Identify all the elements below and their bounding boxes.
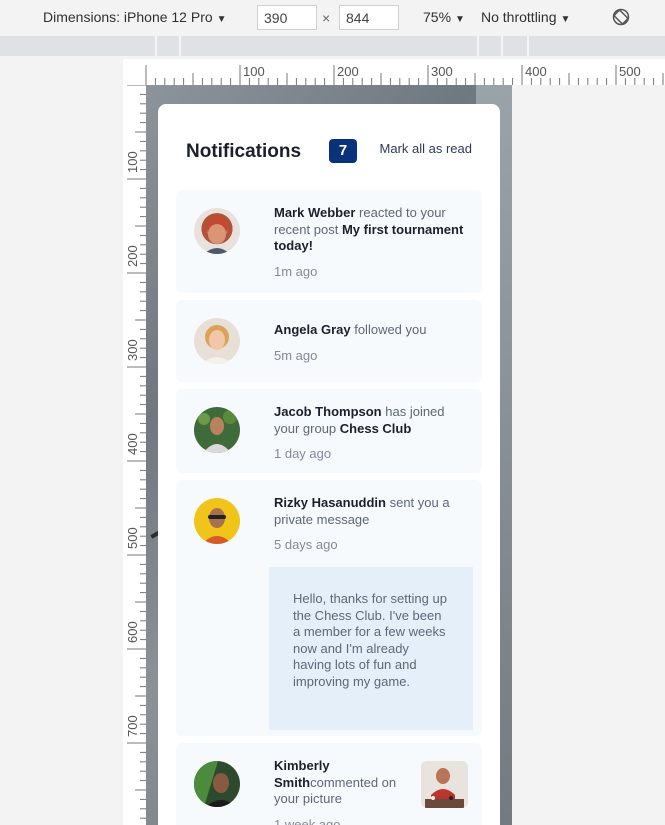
notifications-header: Notifications 7 Mark all as read [176,104,482,190]
notification-text: Jacob Thompson has joined your group Che… [274,404,472,437]
notification-item[interactable]: Jacob Thompson has joined your group Che… [176,389,482,473]
ruler-label: 400 [125,433,140,455]
chevron-down-icon: ▼ [455,14,465,25]
avatar [194,761,240,807]
rotate-icon[interactable] [611,7,631,27]
media-query-divider [477,36,479,56]
notification-item[interactable]: Kimberly Smithcommented on your picture … [176,743,482,825]
height-input[interactable] [339,5,399,30]
avatar [194,208,240,254]
ruler-label: 700 [125,715,140,737]
user-name[interactable]: Mark Webber [274,205,355,220]
ruler-label: 100 [243,64,265,79]
avatar [194,498,240,544]
notifications-card: Notifications 7 Mark all as read Mark We… [158,104,500,825]
page-title: Notifications [186,141,302,162]
zoom-label: 75% [423,9,452,25]
avatar [194,318,240,364]
user-name[interactable]: Jacob Thompson [274,404,382,419]
horizontal-ruler: 100 200 300 400 500 [123,59,665,85]
private-message-preview[interactable]: Hello, thanks for setting up the Chess C… [269,567,473,730]
media-query-divider [527,36,529,56]
device-label: Dimensions: iPhone 12 Pro [43,9,213,25]
notification-action: followed you [354,322,427,337]
device-dropdown[interactable]: Dimensions: iPhone 12 Pro ▼ [43,9,227,25]
ruler-label: 400 [525,64,547,79]
notification-text: Kimberly Smithcommented on your picture [274,758,412,808]
notification-item[interactable]: Rizky Hasanuddin sent you a private mess… [176,480,482,736]
media-query-divider [155,36,157,56]
user-name[interactable]: Rizky Hasanuddin [274,495,386,510]
ruler-label: 500 [125,527,140,549]
media-query-divider [501,36,503,56]
unread-count-badge: 7 [329,139,357,163]
notification-time: 1 week ago [274,817,341,825]
devtools-toolbar: Dimensions: iPhone 12 Pro▼ × 75%▼ No thr… [0,0,665,36]
ruler-label: 200 [337,64,359,79]
user-name[interactable]: Angela Gray [274,322,351,337]
zoom-dropdown[interactable]: 75% ▼ [423,9,465,25]
ruler-label: 100 [125,151,140,173]
notification-time: 1 day ago [274,446,332,461]
throttling-dropdown[interactable]: No throttling ▼ [481,9,570,25]
notification-text: Mark Webber reacted to your recent post … [274,205,472,255]
chevron-down-icon: ▼ [560,14,571,25]
times-sign: × [322,10,331,26]
notification-item[interactable]: Mark Webber reacted to your recent post … [176,190,482,293]
ruler-label: 600 [125,621,140,643]
group-link[interactable]: Chess Club [340,421,412,436]
chevron-down-icon: ▼ [216,14,227,25]
notification-time: 5 days ago [274,537,338,552]
notification-text: Angela Gray followed you [274,322,472,339]
notification-time: 5m ago [274,348,318,363]
ruler-label: 300 [125,339,140,361]
media-query-divider [179,36,181,56]
vertical-ruler: 100 200 300 400 500 600 700 [123,85,147,825]
commented-picture-thumbnail[interactable] [421,761,468,808]
notification-text: Rizky Hasanuddin sent you a private mess… [274,495,472,528]
device-viewport: Notifications 7 Mark all as read Mark We… [146,85,512,825]
notification-time: 1m ago [274,264,318,279]
throttling-label: No throttling [481,9,557,25]
notification-item[interactable]: Angela Gray followed you 5m ago [176,300,482,382]
ruler-label: 500 [619,64,641,79]
width-input[interactable] [257,5,317,30]
mark-all-read-link[interactable]: Mark all as read [380,141,472,156]
ruler-label: 300 [431,64,453,79]
ruler-label: 200 [125,245,140,267]
avatar [194,407,240,453]
media-query-bar[interactable] [0,36,665,56]
